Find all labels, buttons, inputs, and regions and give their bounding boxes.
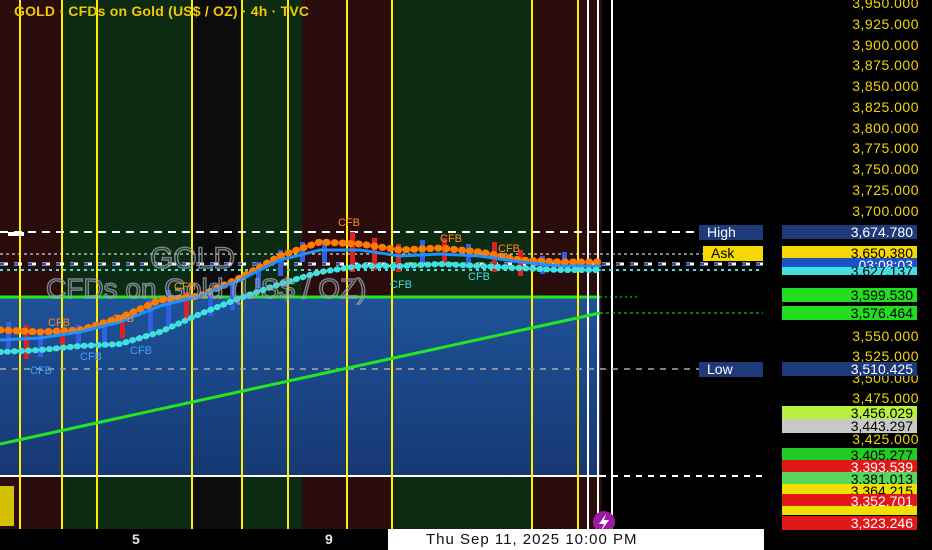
cfb-marker: CFB bbox=[48, 317, 70, 329]
time-tick: 9 bbox=[325, 531, 333, 547]
price-tick: 3,875.000 bbox=[852, 57, 919, 73]
low-label: Low bbox=[699, 362, 763, 377]
price-tick: 3,850.000 bbox=[852, 78, 919, 94]
time-tick: 5 bbox=[132, 531, 140, 547]
last-price-badge: 3,627.137 bbox=[782, 267, 917, 275]
cfb-marker: CFB bbox=[30, 365, 52, 377]
price-tick: 3,700.000 bbox=[852, 203, 919, 219]
level-badge-stack bbox=[782, 506, 917, 515]
chart-canvas[interactable]: GOLD CFDs on Gold (US$ / OZ) CFB CFB CFB… bbox=[0, 0, 763, 529]
high-label: High bbox=[699, 225, 763, 240]
ask-label: Ask bbox=[703, 246, 763, 261]
level-badge: 3,323.246 bbox=[782, 516, 917, 530]
cfb-marker: CFB bbox=[390, 279, 412, 291]
cfb-marker: CFB bbox=[468, 271, 490, 283]
level-badge: 3,576.464 bbox=[782, 306, 917, 320]
left-edge-marker bbox=[0, 486, 14, 526]
price-tick: 3,900.000 bbox=[852, 37, 919, 53]
high-price-badge: 3,674.780 bbox=[782, 225, 917, 239]
level-badge: 3,599.530 bbox=[782, 288, 917, 302]
crosshair-date-label: Thu Sep 11, 2025 10:00 PM bbox=[388, 529, 764, 550]
price-axis[interactable]: 3,950.000 3,925.000 3,900.000 3,875.000 … bbox=[763, 0, 932, 550]
cfb-marker: CFB bbox=[440, 233, 462, 245]
price-tick: 3,475.000 bbox=[852, 390, 919, 406]
price-tick: 3,800.000 bbox=[852, 120, 919, 136]
cfb-marker: CFB bbox=[498, 243, 520, 255]
chart-title: GOLD · CFDs on Gold (US$ / OZ) · 4h · TV… bbox=[14, 3, 310, 19]
cfb-marker: CFB bbox=[80, 351, 102, 363]
cfb-marker: CFB bbox=[338, 217, 360, 229]
cfb-marker: CFB bbox=[130, 345, 152, 357]
price-tick: 3,725.000 bbox=[852, 182, 919, 198]
price-tick: 3,750.000 bbox=[852, 161, 919, 177]
watermark-description: CFDs on Gold (US$ / OZ) bbox=[46, 273, 367, 304]
level-badge: 3,443.297 bbox=[782, 419, 917, 433]
low-price-badge: 3,510.425 bbox=[782, 362, 917, 376]
price-tick: 3,825.000 bbox=[852, 99, 919, 115]
price-tick: 3,775.000 bbox=[852, 140, 919, 156]
price-tick: 3,925.000 bbox=[852, 16, 919, 32]
price-tick: 3,550.000 bbox=[852, 328, 919, 344]
cfb-marker: CFB bbox=[174, 281, 196, 293]
left-high-tick bbox=[8, 232, 24, 236]
cfb-marker: CFB bbox=[112, 313, 134, 325]
watermark-symbol: GOLD bbox=[150, 242, 235, 275]
price-tick: 3,950.000 bbox=[852, 0, 919, 11]
